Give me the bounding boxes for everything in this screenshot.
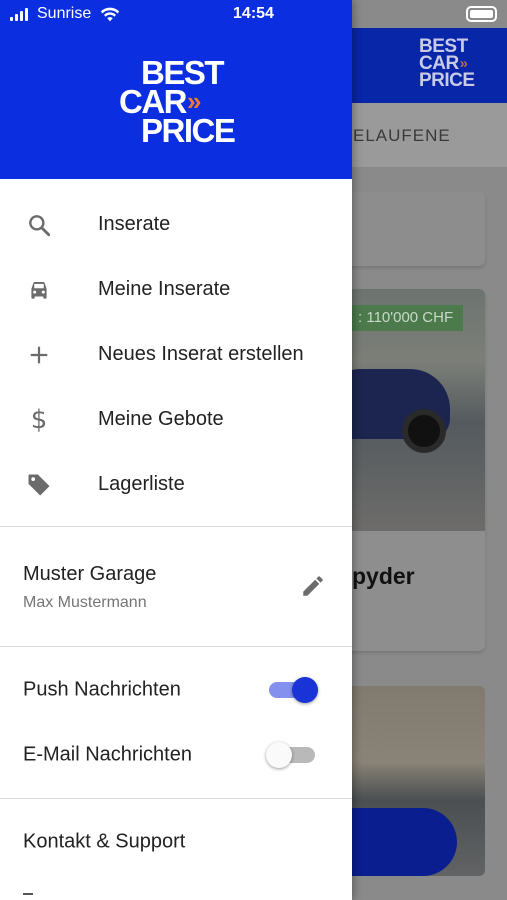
contact-support-item[interactable]: Kontakt & Support — [0, 810, 352, 874]
email-notifications-row: E-Mail Nachrichten — [0, 723, 352, 787]
menu-item-label: Meine Gebote — [98, 408, 224, 430]
email-notifications-label: E-Mail Nachrichten — [23, 743, 192, 766]
tag-icon — [25, 471, 53, 499]
menu-item-label: Lagerliste — [98, 473, 185, 495]
edit-profile-button[interactable] — [298, 571, 328, 601]
push-notifications-toggle[interactable] — [266, 676, 318, 704]
status-time: 14:54 — [233, 5, 274, 22]
menu-item-inserate[interactable]: Inserate — [0, 192, 352, 257]
search-icon — [25, 211, 53, 239]
menu-item-lagerliste[interactable]: Lagerliste — [0, 452, 352, 517]
brand-logo: BEST CAR» PRICE — [119, 54, 236, 149]
battery-icon — [466, 6, 497, 22]
status-bar: Sunrise 14:54 — [0, 0, 507, 28]
background-tab-label: ELAUFENE — [353, 126, 451, 145]
divider — [0, 526, 352, 527]
menu-item-label: Meine Inserate — [98, 278, 231, 300]
menu-item-label: Neues Inserat erstellen — [98, 343, 304, 365]
divider — [0, 646, 352, 647]
menu-item-meine-gebote[interactable]: $ Meine Gebote — [0, 387, 352, 452]
background-price-tag: : 110'000 CHF — [348, 305, 464, 331]
divider — [0, 798, 352, 799]
car-icon — [25, 276, 53, 304]
background-search-card — [330, 192, 485, 266]
menu-item-neues-inserat[interactable]: Neues Inserat erstellen — [0, 322, 352, 387]
garage-name: Muster Garage — [23, 563, 157, 585]
background-listing-title: pyder — [352, 563, 415, 589]
push-notifications-row: Push Nachrichten — [0, 658, 352, 722]
garage-user-name: Max Mustermann — [23, 594, 147, 611]
garage-profile: Muster Garage Max Mustermann — [0, 540, 352, 640]
next-menu-item-partial — [23, 893, 33, 899]
background-listing-card: : 110'000 CHF pyder — [330, 289, 485, 651]
background-logo: BEST CAR» PRICE — [419, 36, 475, 91]
pencil-icon — [303, 576, 323, 596]
navigation-drawer: BEST CAR» PRICE Inserate Meine Inserate … — [0, 0, 352, 900]
contact-support-label: Kontakt & Support — [23, 830, 186, 853]
menu-item-label: Inserate — [98, 213, 171, 235]
push-notifications-label: Push Nachrichten — [23, 678, 181, 701]
menu-item-meine-inserate[interactable]: Meine Inserate — [0, 257, 352, 322]
plus-icon — [25, 341, 53, 369]
dollar-icon: $ — [30, 404, 48, 435]
drawer-menu: Inserate Meine Inserate Neues Inserat er… — [0, 192, 352, 517]
email-notifications-toggle[interactable] — [266, 741, 318, 769]
